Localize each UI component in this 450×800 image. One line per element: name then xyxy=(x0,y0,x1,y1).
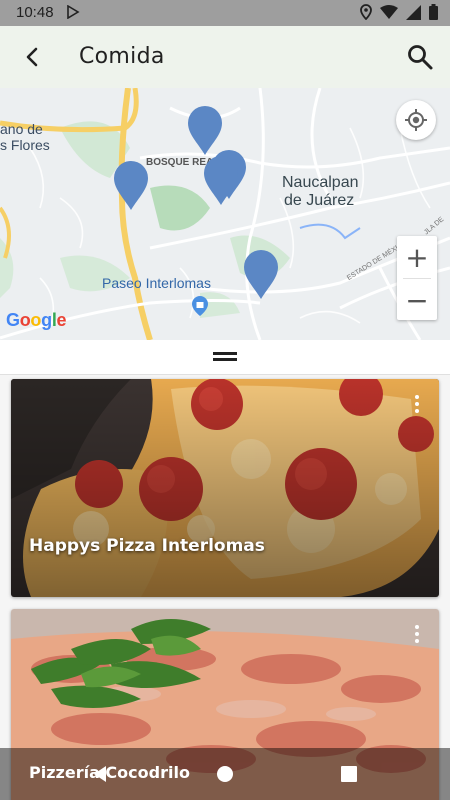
map-background xyxy=(0,88,450,340)
map-label-paseo-interlomas: Paseo Interlomas xyxy=(102,275,211,291)
map-view[interactable]: ano de s Flores BOSQUE REAL Naucalpan de… xyxy=(0,88,450,340)
restaurant-marker[interactable] xyxy=(187,106,223,156)
home-nav-icon[interactable] xyxy=(216,765,234,783)
restaurant-list[interactable]: Happys Pizza Interlomas xyxy=(0,375,450,800)
map-label-left-1: ano de xyxy=(0,121,43,137)
location-icon xyxy=(360,4,372,20)
map-label-left-2: s Flores xyxy=(0,137,50,153)
restaurant-card[interactable]: Happys Pizza Interlomas xyxy=(11,379,439,597)
battery-icon xyxy=(429,4,438,20)
drag-handle-line xyxy=(213,358,237,361)
zoom-out-button[interactable]: − xyxy=(397,279,437,321)
zoom-in-button[interactable]: + xyxy=(397,236,437,278)
recents-nav-icon[interactable] xyxy=(341,766,357,782)
map-label-city-2: de Juárez xyxy=(284,192,355,209)
drag-handle-line xyxy=(213,352,237,355)
restaurant-marker[interactable] xyxy=(203,156,239,206)
system-navigation-bar: Pizzería Cocodrilo xyxy=(0,748,450,800)
signal-icon xyxy=(406,4,421,20)
status-time: 10:48 xyxy=(16,4,54,21)
app-bar: Comida xyxy=(0,26,450,88)
more-options-icon[interactable] xyxy=(413,625,421,647)
google-logo: Google xyxy=(6,310,67,330)
restaurant-marker[interactable] xyxy=(243,250,279,300)
back-arrow-icon[interactable] xyxy=(20,44,46,70)
zoom-controls: + − xyxy=(397,236,437,320)
play-store-icon xyxy=(67,5,80,19)
my-location-icon xyxy=(405,109,427,131)
drag-handle[interactable] xyxy=(0,340,450,375)
pizza-photo xyxy=(11,379,439,597)
page-title: Comida xyxy=(79,44,165,69)
back-nav-icon[interactable] xyxy=(90,764,110,784)
status-icons xyxy=(360,4,438,20)
status-bar: 10:48 xyxy=(0,0,450,26)
search-icon[interactable] xyxy=(406,43,434,71)
restaurant-name: Happys Pizza Interlomas xyxy=(29,536,265,556)
more-options-icon[interactable] xyxy=(413,395,421,417)
map-label-city-1: Naucalpan xyxy=(282,174,359,191)
my-location-button[interactable] xyxy=(396,100,436,140)
wifi-icon xyxy=(380,4,398,19)
shopping-poi-icon[interactable] xyxy=(192,296,208,316)
restaurant-marker[interactable] xyxy=(113,161,149,211)
